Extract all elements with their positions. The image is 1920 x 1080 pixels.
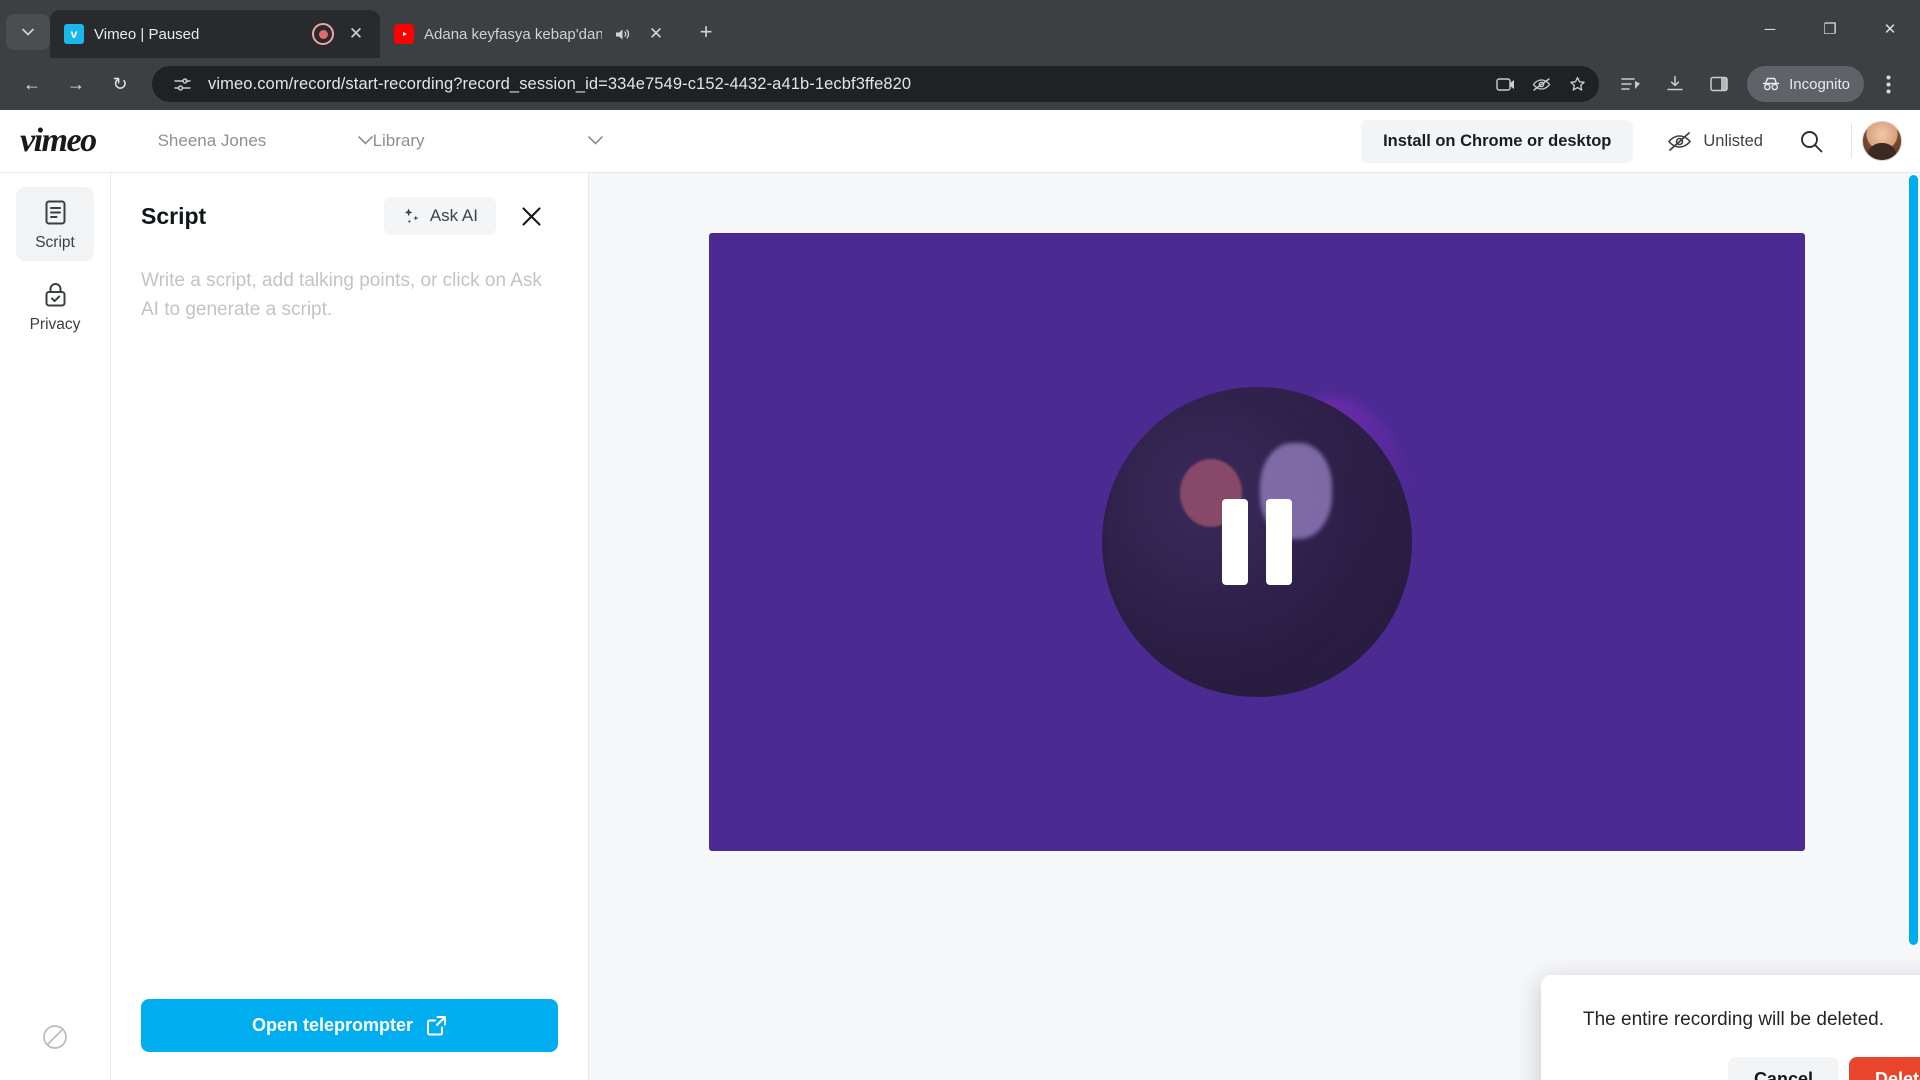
search-button[interactable] bbox=[1789, 119, 1833, 163]
library-label: Library bbox=[372, 131, 425, 150]
page-content: vimeo Sheena Jones Library Install on Ch… bbox=[0, 110, 1920, 1080]
rail-item-privacy[interactable]: Privacy bbox=[16, 269, 94, 343]
tab-recording-indicator-icon bbox=[312, 23, 334, 45]
youtube-favicon bbox=[394, 24, 414, 44]
reload-button[interactable]: ↻ bbox=[100, 64, 140, 104]
install-app-button[interactable]: Install on Chrome or desktop bbox=[1361, 119, 1634, 163]
download-icon[interactable] bbox=[1655, 64, 1695, 104]
chevron-down-icon bbox=[357, 134, 373, 148]
avatar[interactable] bbox=[1862, 121, 1902, 161]
tab-audio-icon[interactable] bbox=[612, 23, 634, 45]
confirm-message: The entire recording will be deleted. bbox=[1583, 1009, 1885, 1030]
library-selector[interactable]: Library bbox=[373, 131, 603, 151]
bookmark-star-icon[interactable] bbox=[1561, 68, 1593, 100]
search-icon bbox=[1800, 130, 1822, 152]
recording-stage: The entire recording will be deleted. Ca… bbox=[589, 173, 1920, 1080]
omnibox-actions bbox=[1489, 68, 1593, 100]
tab-vimeo[interactable]: v Vimeo | Paused ✕ bbox=[50, 10, 380, 58]
chevron-down-icon bbox=[587, 134, 603, 148]
address-bar[interactable]: vimeo.com/record/start-recording?record_… bbox=[152, 66, 1600, 102]
video-preview-wrap bbox=[709, 233, 1805, 851]
tab-search-button[interactable] bbox=[6, 14, 50, 50]
incognito-indicator[interactable]: Incognito bbox=[1747, 66, 1864, 102]
header-divider bbox=[1851, 124, 1852, 158]
eye-off-icon[interactable] bbox=[1525, 68, 1557, 100]
close-icon bbox=[521, 206, 541, 226]
script-panel-footer: Open teleprompter bbox=[111, 999, 588, 1080]
page-scrollbar[interactable] bbox=[1906, 173, 1920, 1080]
browser-toolbar: ← → ↻ vimeo.com/record/start-recording?r… bbox=[0, 58, 1920, 110]
sparkles-icon bbox=[404, 208, 419, 223]
cast-icon[interactable] bbox=[1489, 68, 1521, 100]
document-icon bbox=[45, 200, 65, 225]
kebab-menu-icon[interactable] bbox=[1868, 64, 1908, 104]
browser-window: v Vimeo | Paused ✕ Adana keyfasya kebap'… bbox=[0, 0, 1920, 1080]
vimeo-header: vimeo Sheena Jones Library Install on Ch… bbox=[0, 110, 1920, 172]
ask-ai-label: Ask AI bbox=[429, 206, 478, 225]
lock-check-icon bbox=[45, 283, 65, 307]
url-text: vimeo.com/record/start-recording?record_… bbox=[208, 74, 912, 93]
ask-ai-button[interactable]: Ask AI bbox=[383, 197, 496, 235]
rail-item-script[interactable]: Script bbox=[16, 187, 94, 261]
teleprompter-label: Open teleprompter bbox=[251, 1015, 414, 1035]
eye-off-icon bbox=[1668, 131, 1692, 151]
tab-title: Adana keyfasya kebap'dan bbox=[424, 25, 602, 43]
scrollbar-thumb[interactable] bbox=[1909, 175, 1918, 945]
account-selector[interactable]: Sheena Jones bbox=[158, 131, 373, 151]
tab-close-button[interactable]: ✕ bbox=[644, 22, 668, 46]
close-script-panel-button[interactable] bbox=[514, 199, 548, 233]
paused-orb-graphic bbox=[1102, 387, 1420, 697]
pause-icon bbox=[1222, 499, 1292, 585]
tab-strip: v Vimeo | Paused ✕ Adana keyfasya kebap'… bbox=[0, 0, 1920, 58]
window-controls: ─ ❐ ✕ bbox=[1740, 0, 1920, 58]
delete-button[interactable]: Delete bbox=[1848, 1057, 1920, 1080]
privacy-label: Unlisted bbox=[1703, 131, 1763, 150]
body-row: Script Privacy Script Ask AI Write a scr… bbox=[0, 172, 1920, 1080]
script-panel-header: Script Ask AI bbox=[111, 173, 588, 235]
incognito-icon bbox=[1762, 77, 1780, 91]
script-panel: Script Ask AI Write a script, add talkin… bbox=[111, 173, 589, 1080]
confirm-actions: Cancel Delete bbox=[1569, 1057, 1920, 1080]
side-panel-icon[interactable] bbox=[1699, 64, 1739, 104]
rail-label: Script bbox=[35, 234, 75, 251]
delete-confirm-dialog: The entire recording will be deleted. Ca… bbox=[1541, 975, 1920, 1080]
cancel-button[interactable]: Cancel bbox=[1727, 1057, 1839, 1080]
reading-list-icon[interactable] bbox=[1611, 64, 1651, 104]
external-link-icon bbox=[427, 1016, 447, 1036]
accessibility-icon[interactable] bbox=[40, 1022, 70, 1052]
tab-youtube[interactable]: Adana keyfasya kebap'dan ✕ bbox=[380, 10, 680, 58]
video-preview[interactable] bbox=[709, 233, 1805, 851]
script-editor[interactable]: Write a script, add talking points, or c… bbox=[111, 235, 588, 999]
open-teleprompter-button[interactable]: Open teleprompter bbox=[141, 999, 558, 1052]
close-window-button[interactable]: ✕ bbox=[1860, 0, 1920, 58]
back-button[interactable]: ← bbox=[12, 64, 52, 104]
script-panel-title: Script bbox=[141, 202, 207, 229]
tab-close-button[interactable]: ✕ bbox=[344, 22, 368, 46]
privacy-status[interactable]: Unlisted bbox=[1667, 131, 1763, 152]
forward-button[interactable]: → bbox=[56, 64, 96, 104]
chevron-down-icon bbox=[22, 28, 34, 36]
site-settings-icon[interactable] bbox=[166, 68, 198, 100]
left-rail: Script Privacy bbox=[0, 173, 111, 1080]
account-label: Sheena Jones bbox=[157, 131, 267, 150]
new-tab-button[interactable]: + bbox=[688, 14, 724, 50]
rail-label: Privacy bbox=[29, 316, 81, 333]
vimeo-favicon: v bbox=[64, 24, 84, 44]
incognito-label: Incognito bbox=[1789, 75, 1850, 93]
maximize-button[interactable]: ❐ bbox=[1800, 0, 1860, 58]
minimize-button[interactable]: ─ bbox=[1740, 0, 1800, 58]
vimeo-logo[interactable]: vimeo bbox=[20, 122, 97, 160]
tab-title: Vimeo | Paused bbox=[94, 25, 200, 43]
